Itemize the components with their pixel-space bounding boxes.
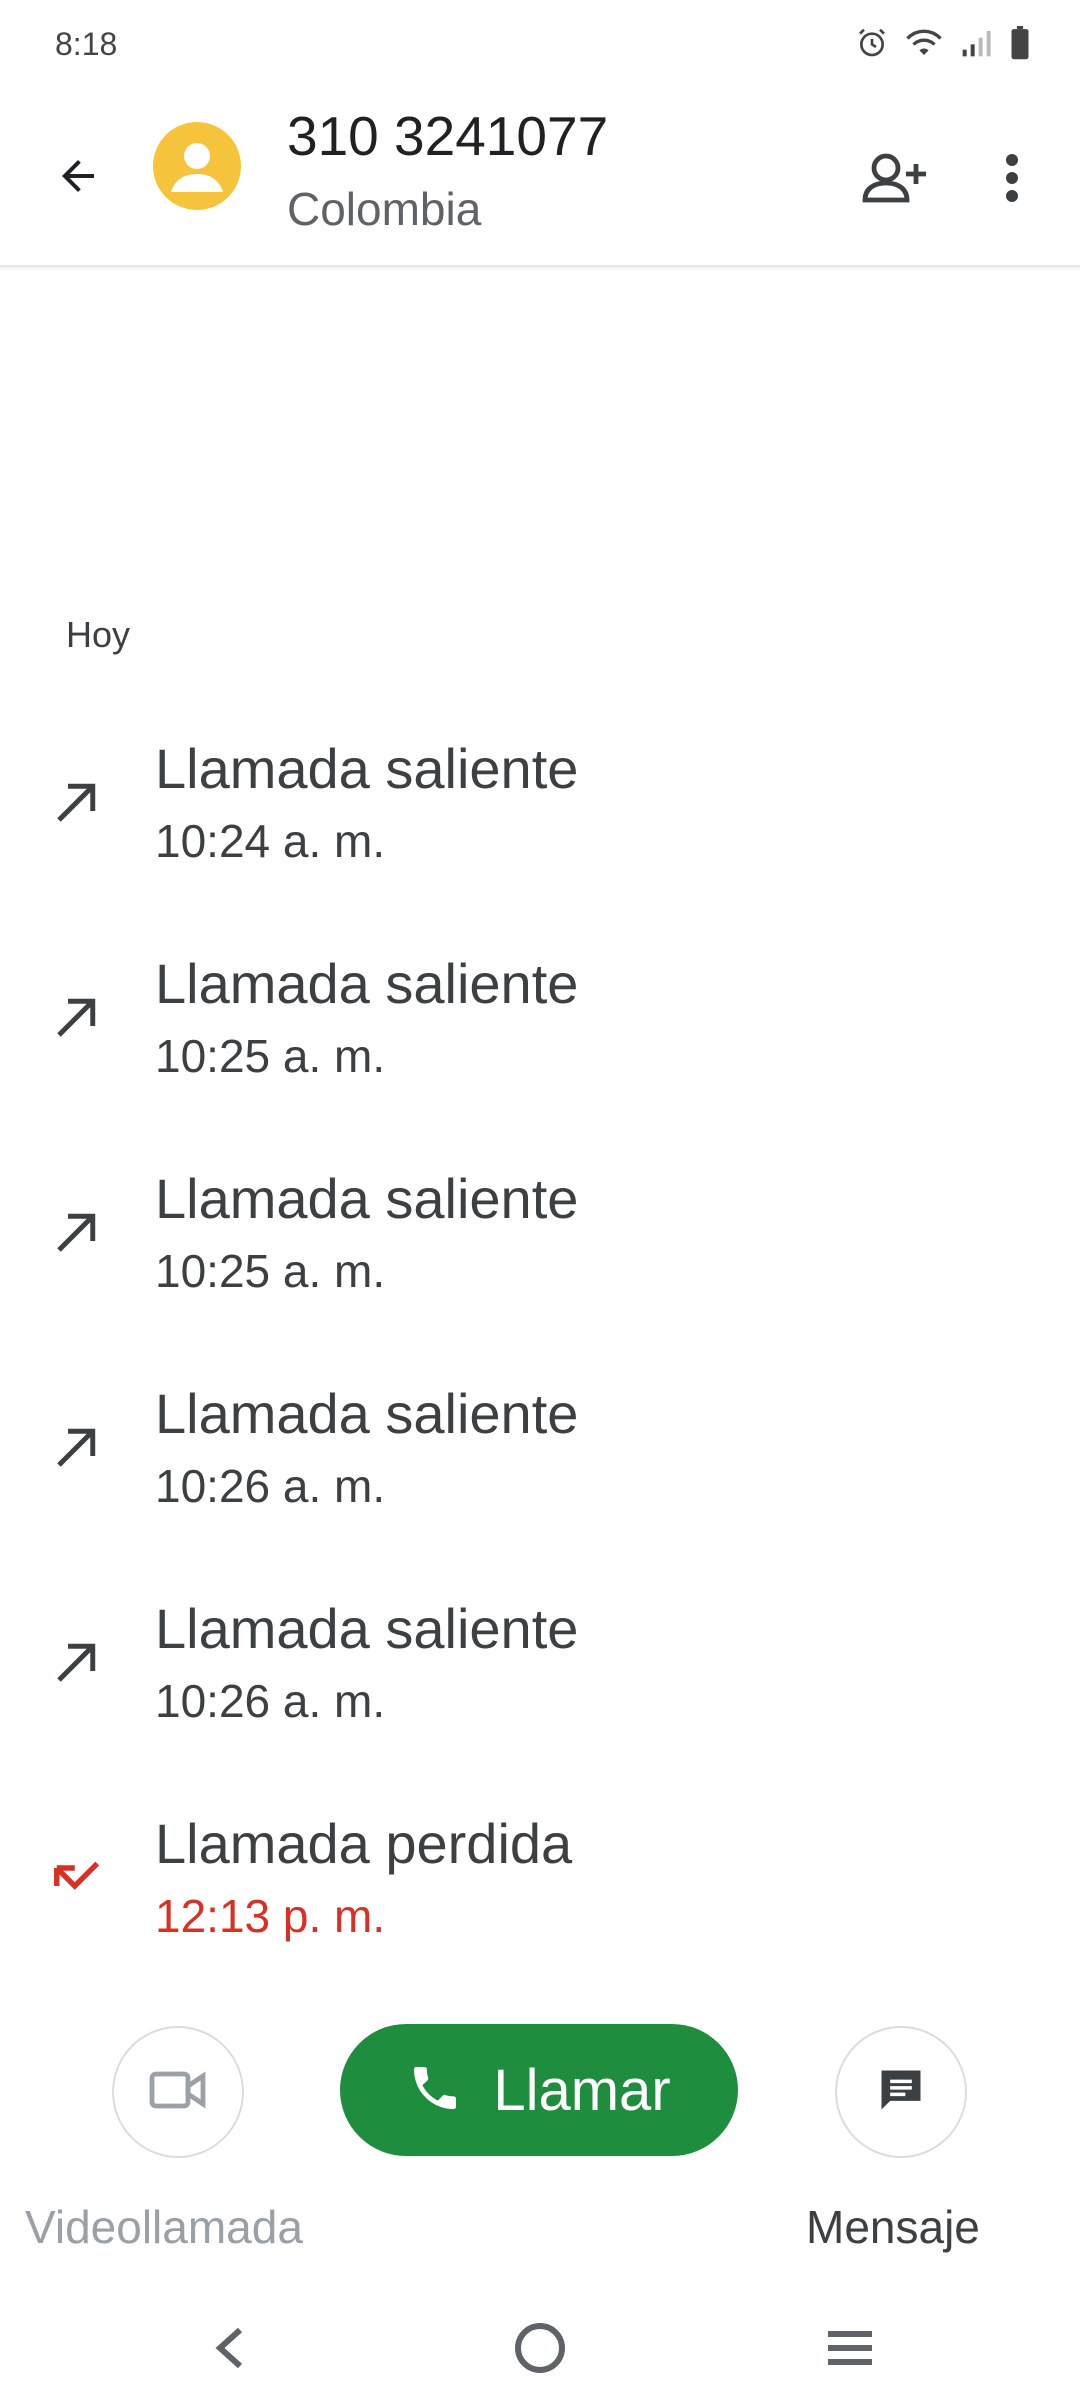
contact-country: Colombia xyxy=(287,183,482,235)
more-options-button[interactable] xyxy=(980,142,1044,218)
call-time: 12:13 p. m. xyxy=(155,1890,386,1942)
call-time: 10:24 a. m. xyxy=(155,815,386,867)
call-time: 10:26 a. m. xyxy=(155,1460,386,1512)
call-history-item[interactable]: Llamada saliente 10:26 a. m. xyxy=(0,1365,1080,1580)
back-button[interactable] xyxy=(40,140,116,216)
call-history-list: Llamada saliente 10:24 a. m. Llamada sal… xyxy=(0,720,1080,2010)
call-made-icon xyxy=(50,775,104,829)
person-icon xyxy=(171,143,223,192)
home-circle-icon xyxy=(514,2322,566,2379)
app-bar: 310 3241077 Colombia xyxy=(0,90,1080,267)
call-type: Llamada saliente xyxy=(155,1597,579,1660)
person-add-icon xyxy=(862,152,928,209)
call-time: 10:26 a. m. xyxy=(155,1675,386,1727)
menu-lines-icon xyxy=(824,2328,876,2373)
nav-back-button[interactable] xyxy=(190,2310,270,2390)
call-missed-icon xyxy=(50,1850,104,1904)
call-type: Llamada perdida xyxy=(155,1812,573,1875)
message-icon xyxy=(875,2064,927,2121)
signal-icon xyxy=(960,27,992,59)
chevron-left-icon xyxy=(210,2324,250,2377)
nav-recents-button[interactable] xyxy=(810,2310,890,2390)
status-time: 8:18 xyxy=(55,26,118,62)
call-made-icon xyxy=(50,990,104,1044)
avatar xyxy=(153,122,241,210)
call-button-label: Llamar xyxy=(493,2057,671,2123)
call-made-icon xyxy=(50,1635,104,1689)
status-bar: 8:18 xyxy=(0,0,1080,90)
call-history-item[interactable]: Llamada perdida 12:13 p. m. xyxy=(0,1795,1080,2010)
call-type: Llamada saliente xyxy=(155,1167,579,1230)
call-type: Llamada saliente xyxy=(155,952,579,1015)
action-bar: Videollamada Llamar Mensaje xyxy=(0,2020,1080,2270)
call-history-item[interactable]: Llamada saliente 10:25 a. m. xyxy=(0,935,1080,1150)
video-call-button[interactable] xyxy=(112,2026,244,2158)
wifi-icon xyxy=(906,27,942,59)
message-label: Mensaje xyxy=(806,2201,980,2253)
message-button[interactable] xyxy=(835,2026,967,2158)
video-call-label: Videollamada xyxy=(25,2201,303,2253)
call-made-icon xyxy=(50,1205,104,1259)
contact-number: 310 3241077 xyxy=(287,105,609,167)
phone-icon xyxy=(407,2060,463,2121)
section-label-today: Hoy xyxy=(66,614,131,655)
alarm-icon xyxy=(856,27,888,59)
call-button[interactable]: Llamar xyxy=(340,2024,738,2156)
system-nav-bar xyxy=(0,2290,1080,2408)
nav-home-button[interactable] xyxy=(500,2310,580,2390)
call-type: Llamada saliente xyxy=(155,1382,579,1445)
arrow-back-icon xyxy=(54,152,102,205)
call-time: 10:25 a. m. xyxy=(155,1245,386,1297)
call-history-item[interactable]: Llamada saliente 10:24 a. m. xyxy=(0,720,1080,935)
status-icons xyxy=(856,26,1030,60)
call-history-item[interactable]: Llamada saliente 10:26 a. m. xyxy=(0,1580,1080,1795)
call-time: 10:25 a. m. xyxy=(155,1030,386,1082)
call-made-icon xyxy=(50,1420,104,1474)
add-contact-button[interactable] xyxy=(855,142,935,218)
battery-icon xyxy=(1010,26,1030,60)
call-type: Llamada saliente xyxy=(155,737,579,800)
call-history-item[interactable]: Llamada saliente 10:25 a. m. xyxy=(0,1150,1080,1365)
more-vert-icon xyxy=(1004,153,1020,207)
videocam-icon xyxy=(149,2070,207,2115)
